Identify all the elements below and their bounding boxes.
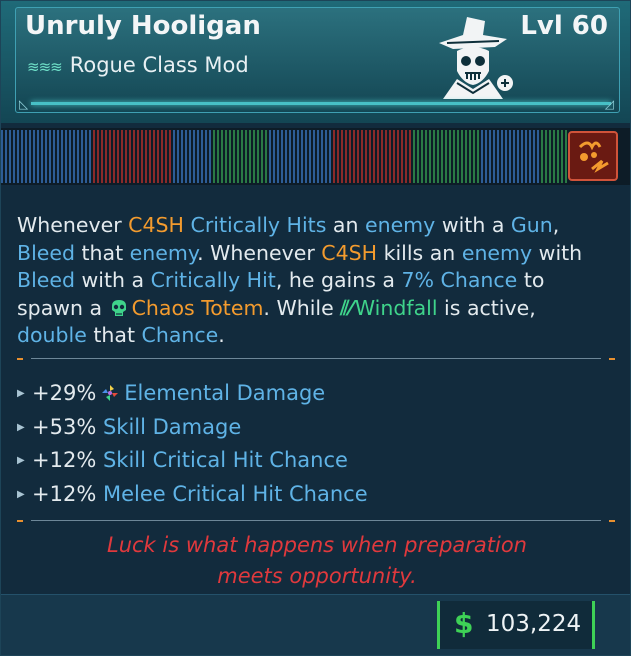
band-stripes xyxy=(1,130,567,183)
stat-label: Elemental Damage xyxy=(124,381,326,405)
keyword-bleed: Bleed xyxy=(17,268,75,292)
bullet-arrow-icon: ▶ xyxy=(17,488,25,500)
desc-text: with a xyxy=(435,213,511,237)
stat-value: +12% xyxy=(32,481,97,506)
desc-text: is active, xyxy=(437,295,536,320)
section-divider xyxy=(17,520,615,522)
rarity-chevrons-icon: ≋≋≋ xyxy=(27,58,63,76)
keyword-chance-percent: 7% Chance xyxy=(401,268,518,292)
keyword-critically-hit: Critically Hit xyxy=(150,268,276,292)
chaos-totem-skull-icon xyxy=(111,299,126,316)
item-type-label: Rogue Class Mod xyxy=(69,53,249,77)
stat-label: Skill Damage xyxy=(102,414,242,439)
stat-row: ▶ +12% Melee Critical Hit Chance xyxy=(17,478,617,512)
desc-text: . xyxy=(218,323,225,347)
item-description: Whenever C4SH Critically Hits an enemy w… xyxy=(17,212,617,350)
corner-marker-right: ◿ xyxy=(604,97,614,111)
desc-text: with a xyxy=(75,268,151,292)
corner-marker-left: ◺ xyxy=(19,97,29,111)
stat-row: ▶ +53% Skill Damage xyxy=(17,411,617,445)
keyword-double: double xyxy=(17,323,87,347)
stat-value: +29% xyxy=(32,381,97,405)
item-type: ≋≋≋ Rogue Class Mod xyxy=(27,53,249,77)
section-divider xyxy=(17,358,615,360)
keyword-c4sh: C4SH xyxy=(128,213,184,237)
stat-value: +53% xyxy=(32,414,97,439)
keyword-c4sh: C4SH xyxy=(321,240,378,265)
desc-text: with xyxy=(532,240,583,265)
rarity-band xyxy=(1,128,630,185)
stat-label: Melee Critical Hit Chance xyxy=(102,481,368,506)
desc-text: , he gains a xyxy=(275,268,402,292)
bullet-arrow-icon: ▶ xyxy=(17,421,25,433)
desc-text: that xyxy=(86,323,142,347)
keyword-windfall: Windfall xyxy=(354,295,438,320)
item-header: Unruly Hooligan Lvl 60 ≋≋≋ Rogue Class Mo… xyxy=(1,1,630,123)
elemental-icon xyxy=(102,385,119,401)
keyword-bleed: Bleed xyxy=(17,240,75,265)
keyword-enemy: enemy xyxy=(461,240,533,265)
flavor-line: Luck is what happens when preparation xyxy=(107,533,527,557)
stat-label: Skill Critical Hit Chance xyxy=(102,448,348,473)
desc-text: an xyxy=(326,213,365,237)
flavor-line: meets opportunity. xyxy=(217,564,417,588)
header-glow-line xyxy=(31,102,611,105)
stat-row: ▶ +12% Skill Critical Hit Chance xyxy=(17,444,617,478)
windfall-icon: ⫽⁄ xyxy=(340,295,353,320)
bullet-arrow-icon: ▶ xyxy=(17,455,25,467)
keyword-chaos-totem: Chaos Totem xyxy=(131,295,264,320)
item-footer: $ 103,224 xyxy=(1,594,630,655)
keyword-enemy: enemy xyxy=(129,240,198,265)
desc-text: spawn a xyxy=(17,295,109,320)
desc-text: that xyxy=(75,240,130,265)
stat-value: +12% xyxy=(32,448,97,473)
desc-text: kills an xyxy=(377,240,462,265)
item-level: Lvl 60 xyxy=(520,11,608,41)
desc-text: . While xyxy=(263,295,341,320)
stat-list: ▶ +29% Elemental Damage ▶ +53% Skill Dam… xyxy=(17,377,617,511)
currency-dollar-icon: $ xyxy=(454,607,474,640)
ability-fire-icon[interactable] xyxy=(568,131,618,181)
item-price: 103,224 xyxy=(486,611,582,637)
item-card: Unruly Hooligan Lvl 60 ≋≋≋ Rogue Class Mo… xyxy=(0,0,631,656)
bullet-arrow-icon: ▶ xyxy=(17,388,25,399)
desc-text: . Whenever xyxy=(197,240,322,265)
desc-text: Whenever xyxy=(17,213,129,237)
price-box: $ 103,224 xyxy=(437,601,595,649)
stat-row: ▶ +29% Elemental Damage xyxy=(17,377,617,411)
desc-text: to xyxy=(517,268,545,292)
keyword-gun: Gun xyxy=(510,213,553,237)
hooligan-skull-hat-icon xyxy=(439,17,513,99)
desc-text: , xyxy=(552,213,560,237)
keyword-critically-hits: Critically Hits xyxy=(190,213,327,237)
keyword-enemy: enemy xyxy=(364,213,436,237)
item-name: Unruly Hooligan xyxy=(25,11,261,41)
flavor-text: Luck is what happens when preparation me… xyxy=(17,530,617,592)
keyword-chance: Chance xyxy=(141,323,219,347)
